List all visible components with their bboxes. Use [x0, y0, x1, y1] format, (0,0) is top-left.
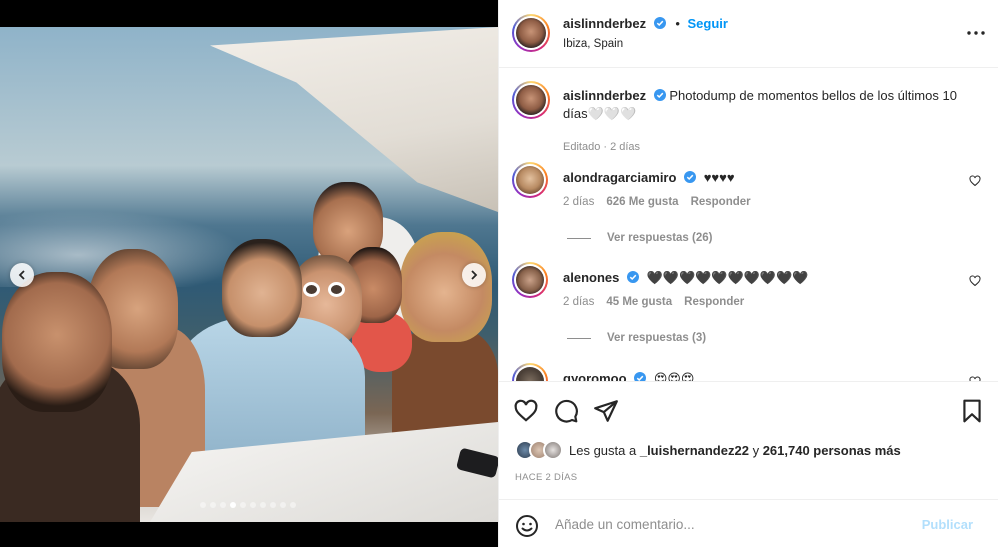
comment-meta: 2 días 45 Me gusta Responder	[563, 296, 744, 308]
reply-button[interactable]: Responder	[691, 196, 751, 208]
media-pane	[0, 0, 498, 547]
heart-icon[interactable]	[969, 175, 981, 187]
likes-count-link[interactable]: 261,740 personas más	[763, 443, 901, 458]
post-timestamp[interactable]: HACE 2 DÍAS	[515, 472, 577, 483]
separator-dot: •	[675, 16, 680, 31]
comment-likes[interactable]: 45 Me gusta	[606, 296, 672, 308]
comment-username[interactable]: alondragarciamiro	[563, 170, 676, 185]
carousel-dot	[260, 502, 266, 508]
comment-form: Publicar	[499, 499, 998, 547]
comment-body: ♥♥♥♥	[703, 170, 735, 185]
likes-user-link[interactable]: _luishernandez22	[640, 443, 749, 458]
bookmark-icon[interactable]	[959, 398, 985, 424]
post-comment-button[interactable]: Publicar	[922, 517, 973, 532]
comment-body: 😍😍😍	[653, 371, 695, 381]
avatar[interactable]	[512, 262, 548, 298]
carousel-dot	[270, 502, 276, 508]
verified-badge-icon	[634, 372, 647, 381]
carousel-dot	[290, 502, 296, 508]
comment-text: alenones 🖤🖤🖤🖤🖤🖤🖤🖤🖤🖤	[563, 270, 808, 286]
verified-badge-icon	[653, 17, 666, 29]
liker-avatar[interactable]	[543, 440, 563, 460]
info-pane: aislinnderbez • Seguir Ibiza, Spain aisl…	[498, 0, 998, 547]
avatar[interactable]	[512, 363, 548, 381]
verified-badge-icon	[626, 271, 639, 283]
verified-badge-icon	[684, 171, 697, 183]
comment-text: alondragarciamiro ♥♥♥♥	[563, 170, 735, 185]
location-link[interactable]: Ibiza, Spain	[563, 38, 623, 50]
header-username[interactable]: aislinnderbez	[563, 16, 646, 31]
view-replies-label: Ver respuestas (26)	[607, 232, 713, 244]
caption-edited: Editado · 2 días	[563, 141, 641, 153]
heart-icon[interactable]	[969, 275, 981, 287]
caption-text: aislinnderbez Photodump de momentos bell…	[563, 87, 983, 123]
more-options-button[interactable]	[967, 24, 985, 42]
header-name-row: aislinnderbez • Seguir	[563, 16, 728, 31]
avatar[interactable]	[512, 81, 550, 119]
carousel-dot	[280, 502, 286, 508]
comment-meta: 2 días 626 Me gusta Responder	[563, 196, 751, 208]
comment-age[interactable]: 2 días	[563, 296, 594, 308]
carousel-prev-button[interactable]	[10, 263, 34, 287]
more-dots-icon	[967, 31, 985, 35]
carousel-dot	[220, 502, 226, 508]
likes-middle: y	[752, 442, 760, 458]
view-replies-button[interactable]: Ver respuestas (26)	[567, 232, 712, 244]
comment-body: 🖤🖤🖤🖤🖤🖤🖤🖤🖤🖤	[646, 270, 809, 285]
view-replies-button[interactable]: Ver respuestas (3)	[567, 332, 706, 344]
photo-figure	[2, 272, 112, 412]
view-replies-label: Ver respuestas (3)	[607, 332, 707, 344]
likes-prefix: Les gusta a	[569, 442, 637, 458]
follow-button[interactable]: Seguir	[688, 16, 728, 31]
sunglasses	[303, 282, 345, 298]
comment-username[interactable]: alenones	[563, 270, 619, 285]
action-bar: Les gusta a _luishernandez22 y 261,740 p…	[499, 381, 998, 499]
comment-input[interactable]	[555, 513, 895, 535]
caption-username[interactable]: aislinnderbez	[563, 88, 646, 103]
emoji-icon[interactable]	[515, 514, 539, 538]
carousel-dot	[230, 502, 236, 508]
like-heart-icon[interactable]	[513, 398, 539, 424]
photo-figure	[222, 239, 302, 337]
post-photo[interactable]	[0, 27, 498, 522]
carousel-dot	[240, 502, 246, 508]
likes-text: Les gusta a _luishernandez22 y 261,740 p…	[569, 443, 901, 458]
avatar[interactable]	[512, 14, 550, 52]
comment-likes[interactable]: 626 Me gusta	[606, 196, 678, 208]
comment-text: gyoromoo 😍😍😍	[563, 371, 694, 381]
post-header: aislinnderbez • Seguir Ibiza, Spain	[499, 0, 998, 68]
likes-summary: Les gusta a _luishernandez22 y 261,740 p…	[515, 440, 901, 460]
carousel-dot	[250, 502, 256, 508]
comment-age[interactable]: 2 días	[563, 196, 594, 208]
comment-bubble-icon[interactable]	[553, 398, 579, 424]
verified-badge-icon	[653, 89, 666, 101]
comments-list[interactable]: aislinnderbez Photodump de momentos bell…	[499, 69, 998, 381]
avatar[interactable]	[512, 162, 548, 198]
photo-figure	[400, 232, 492, 342]
carousel-next-button[interactable]	[462, 263, 486, 287]
replies-divider	[567, 237, 591, 239]
carousel-dots	[200, 502, 296, 508]
reply-button[interactable]: Responder	[684, 296, 744, 308]
carousel-dot	[210, 502, 216, 508]
share-paper-plane-icon[interactable]	[593, 398, 619, 424]
replies-divider	[567, 337, 591, 339]
carousel-dot	[200, 502, 206, 508]
comment-username[interactable]: gyoromoo	[563, 371, 627, 381]
chevron-left-icon	[18, 270, 25, 280]
chevron-right-icon	[471, 270, 478, 280]
